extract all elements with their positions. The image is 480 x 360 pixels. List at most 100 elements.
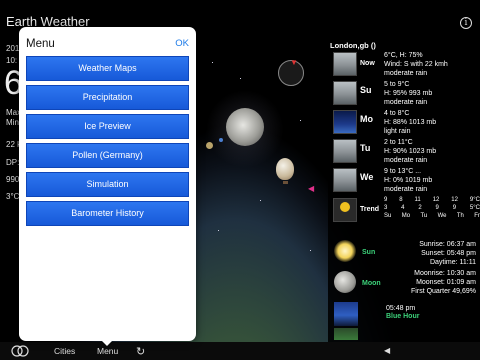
trend-value: 12 [451, 197, 458, 203]
moon-phase-text: First Quarter 49,69% [411, 288, 476, 295]
blue-hour-time: 05:48 pm [386, 305, 416, 312]
forecast-line: 2 to 11°C [384, 139, 413, 146]
menu-popover: Menu OK Weather Maps Precipitation Ice P… [19, 27, 196, 341]
moon-label: Moon [362, 280, 381, 287]
ice-preview-button[interactable]: Ice Preview [26, 114, 189, 139]
trend-value: 8 [399, 197, 403, 203]
sun-label: Sun [362, 249, 376, 256]
planet-dot [206, 142, 213, 149]
trend-value: 9°C [469, 197, 480, 203]
forecast-panel: London,gb () Now 6°C, H: 75% Wind: S wit… [328, 36, 480, 342]
trend-value: 9 [452, 205, 457, 211]
trend-day: Th [456, 213, 464, 219]
tab-menu[interactable]: Menu [97, 346, 118, 356]
sun-row[interactable]: Sun Sunrise: 06:37 am Sunset: 05:48 pm D… [330, 236, 480, 270]
forecast-line: moderate rain [384, 70, 428, 77]
refresh-icon[interactable]: ↻ [136, 345, 145, 358]
trend-value: 9 [435, 205, 439, 211]
forecast-line: H: 88% 1013 mb [384, 119, 437, 126]
forecast-day: Now [360, 60, 375, 67]
forecast-line: 4 to 8°C [384, 110, 410, 117]
trend-icon [333, 198, 357, 222]
weather-thumbnail [333, 52, 357, 76]
blue-hour-label: Blue Hour [386, 313, 420, 320]
blue-dot [219, 138, 223, 142]
trend-value: 5°C [469, 205, 480, 211]
weather-thumbnail [333, 168, 357, 192]
forecast-row-mo[interactable]: Mo 4 to 8°C H: 88% 1013 mb light rain [330, 108, 480, 136]
forecast-line: moderate rain [384, 186, 428, 193]
forecast-row-su[interactable]: Su 5 to 9°C H: 95% 993 mb moderate rain [330, 79, 480, 107]
pressure-text: 990 [6, 175, 20, 184]
sun-icon [334, 240, 356, 262]
balloon-basket [283, 181, 288, 184]
trend-row[interactable]: Trend 9 8 11 12 12 9°C 3 4 2 9 9 5°C Su … [330, 196, 480, 224]
barometer-history-button[interactable]: Barometer History [26, 201, 189, 226]
trend-day: Su [384, 213, 392, 219]
menu-icon[interactable] [11, 344, 29, 358]
bottom-bar: Cities Menu ↻ ◀ [0, 342, 480, 360]
moon-row[interactable]: Moon Moonrise: 10:30 am Moonset: 01:09 a… [330, 268, 480, 302]
pollen-button[interactable]: Pollen (Germany) [26, 143, 189, 168]
forecast-day: Tu [360, 143, 371, 153]
forecast-line: 9 to 13°C ... [384, 168, 422, 175]
trend-value: 3 [384, 205, 388, 211]
forecast-line: Wind: S with 22 kmh [384, 61, 448, 68]
trend-value: 4 [401, 205, 405, 211]
next-item-icon [334, 328, 358, 340]
forecast-line: H: 95% 993 mb [384, 90, 433, 97]
dewpoint-text: DP: [6, 158, 20, 167]
trend-day: Tu [420, 213, 428, 219]
compass-needle-icon: ▼ [290, 58, 298, 67]
blue-hour-row[interactable]: 05:48 pm Blue Hour [330, 300, 480, 340]
trend-day: We [437, 213, 447, 219]
balloon-icon[interactable] [276, 158, 294, 180]
tab-cities[interactable]: Cities [54, 346, 75, 356]
forecast-line: H: 90% 1023 mb [384, 148, 437, 155]
daytime-text: Daytime: 11:11 [429, 259, 476, 266]
forecast-line: 6°C, H: 75% [384, 52, 423, 59]
back-arrow-icon[interactable]: ◀ [384, 346, 390, 355]
min-text: Min [6, 118, 19, 127]
forecast-day: Mo [360, 114, 373, 124]
forecast-line: moderate rain [384, 157, 428, 164]
forecast-row-tu[interactable]: Tu 2 to 11°C H: 90% 1023 mb moderate rai… [330, 137, 480, 165]
forecast-line: moderate rain [384, 99, 428, 106]
weather-thumbnail [333, 110, 357, 134]
trend-value: 2 [418, 205, 422, 211]
weather-thumbnail [333, 81, 357, 105]
temp-text: 3°C [6, 192, 20, 201]
forecast-day: We [360, 172, 374, 182]
trend-grid: 9 8 11 12 12 9°C 3 4 2 9 9 5°C Su Mo Tu … [384, 196, 480, 220]
forecast-row-now[interactable]: Now 6°C, H: 75% Wind: S with 22 kmh mode… [330, 50, 480, 78]
sunrise-text: Sunrise: 06:37 am [419, 241, 476, 248]
moon-icon [334, 271, 356, 293]
forecast-line: H: 0% 1019 mb [384, 177, 433, 184]
menu-pointer [99, 338, 115, 346]
menu-title: Menu [26, 38, 55, 50]
forecast-day: Su [360, 85, 372, 95]
trend-day: Mo [401, 213, 411, 219]
blue-hour-icon [334, 302, 358, 326]
moon-times: Moonrise: 10:30 am Moonset: 01:09 am Fir… [411, 269, 476, 296]
date-text: 201 [6, 44, 20, 53]
forecast-line: light rain [384, 128, 411, 135]
moonset-text: Moonset: 01:09 am [416, 279, 476, 286]
moonrise-text: Moonrise: 10:30 am [414, 270, 476, 277]
simulation-button[interactable]: Simulation [26, 172, 189, 197]
trend-value: 11 [414, 197, 421, 203]
weather-maps-button[interactable]: Weather Maps [26, 56, 189, 81]
info-icon[interactable]: i [460, 17, 472, 29]
moon-3d[interactable] [226, 108, 264, 146]
sunset-text: Sunset: 05:48 pm [421, 250, 476, 257]
trend-value: 12 [432, 197, 440, 203]
trend-label: Trend [360, 206, 380, 213]
sun-times: Sunrise: 06:37 am Sunset: 05:48 pm Dayti… [419, 240, 476, 267]
marker-icon: ◀ [308, 184, 315, 193]
weather-thumbnail [333, 139, 357, 163]
precipitation-button[interactable]: Precipitation [26, 85, 189, 110]
location-label: London,gb () [330, 41, 376, 50]
ok-button[interactable]: OK [175, 38, 189, 49]
trend-day: Fr [474, 213, 480, 219]
forecast-row-we[interactable]: We 9 to 13°C ... H: 0% 1019 mb moderate … [330, 166, 480, 194]
